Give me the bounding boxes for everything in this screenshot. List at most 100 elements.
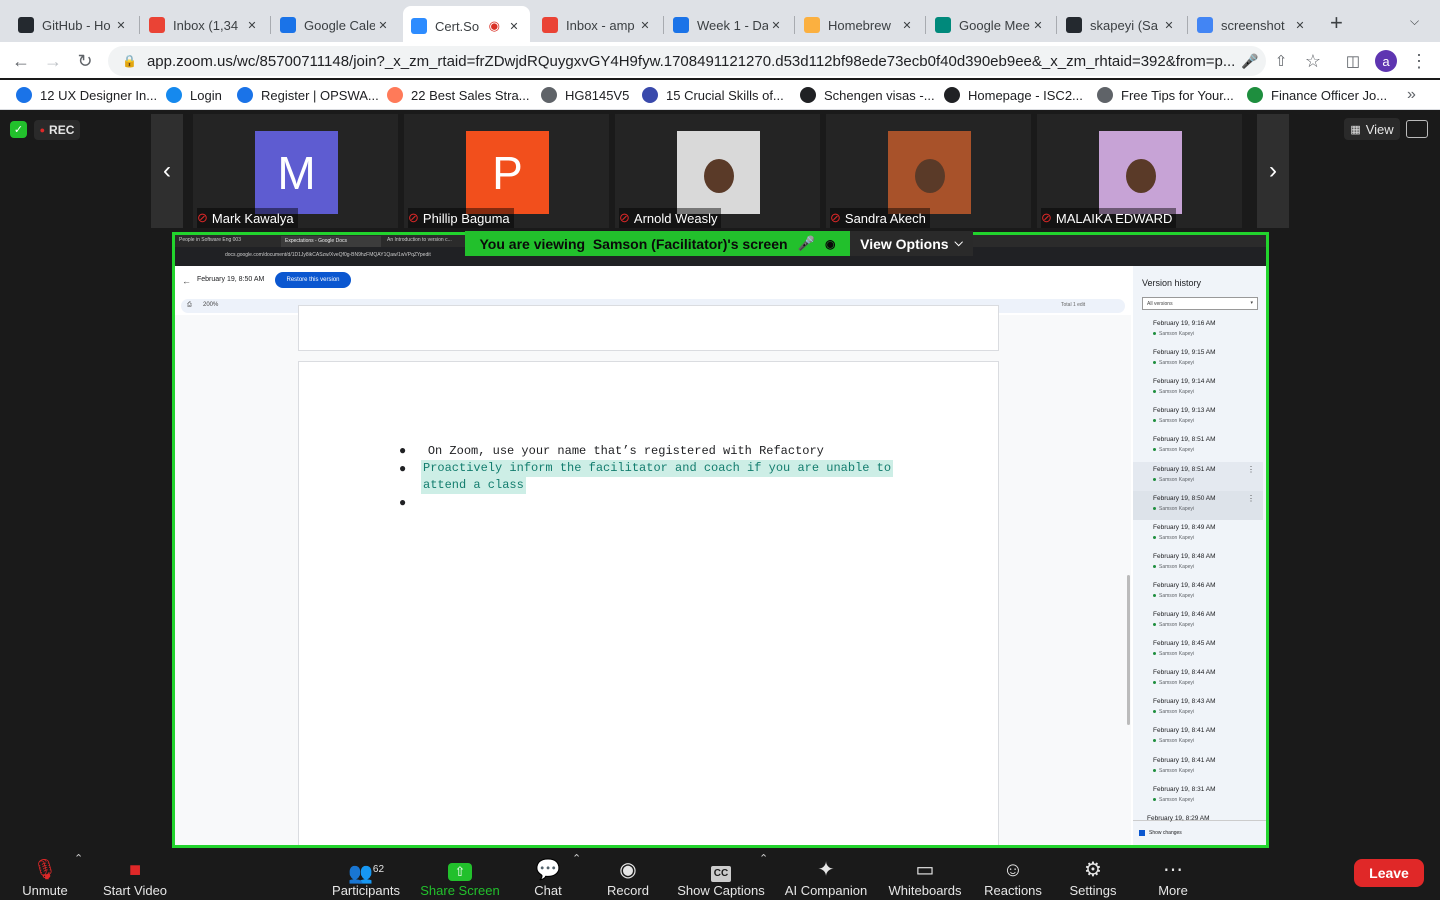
browser-tab[interactable]: Inbox - amp ✕ (534, 8, 661, 42)
share-screen-button[interactable]: ⇧ Share Screen (420, 852, 500, 898)
chat-button[interactable]: 💬 Chat (525, 852, 571, 898)
participant-tile[interactable]: ⊘ Arnold Weasly (615, 114, 820, 228)
version-history-item[interactable]: February 19, 8:29 AM (1133, 811, 1263, 840)
version-more-icon[interactable]: ⋮ (1247, 494, 1255, 503)
browser-tab[interactable]: screenshot ✕ (1189, 8, 1316, 42)
view-options-button[interactable]: View Options ⌵ (850, 231, 973, 256)
close-tab-icon[interactable]: ✕ (506, 20, 522, 33)
bookmark-item[interactable]: Homepage - ISC2... (944, 85, 1083, 105)
close-tab-icon[interactable]: ✕ (1292, 19, 1308, 32)
participant-tile[interactable]: P ⊘ Phillip Baguma (404, 114, 609, 228)
bookmark-item[interactable]: Login (166, 85, 222, 105)
settings-button[interactable]: ⚙ Settings (1066, 852, 1120, 898)
bookmark-star-icon[interactable]: ☆ (1300, 48, 1326, 74)
browser-tab[interactable]: Cert.So ◉ ✕ (403, 6, 530, 46)
browser-tab[interactable]: Google Cale ✕ (272, 8, 399, 42)
bookmark-item[interactable]: 22 Best Sales Stra... (387, 85, 530, 105)
bookmark-item[interactable]: 12 UX Designer In... (16, 85, 157, 105)
browser-tab[interactable]: skapeyi (Sa ✕ (1058, 8, 1185, 42)
version-history-item[interactable]: February 19, 8:45 AM Samson Kapeyi (1133, 636, 1263, 665)
captions-options-caret-icon[interactable]: ⌃ (759, 852, 768, 865)
version-history-item[interactable]: February 19, 8:51 AM Samson Kapeyi (1133, 432, 1263, 461)
version-history-item[interactable]: February 19, 8:48 AM Samson Kapeyi (1133, 549, 1263, 578)
restore-version-button[interactable]: Restore this version (275, 272, 351, 288)
participant-tile[interactable]: ⊘ MALAIKA EDWARD (1037, 114, 1242, 228)
bookmark-item[interactable]: Schengen visas -... (800, 85, 935, 105)
version-more-icon[interactable]: ⋮ (1247, 465, 1255, 474)
browser-tab[interactable]: Week 1 - Da ✕ (665, 8, 792, 42)
zoom-level[interactable]: 200% (203, 302, 218, 308)
bookmark-item[interactable]: Finance Officer Jo... (1247, 85, 1387, 105)
bookmark-item[interactable]: 15 Crucial Skills of... (642, 85, 784, 105)
close-tab-icon[interactable]: ✕ (1161, 19, 1177, 32)
doc-page[interactable]: ● On Zoom, use your name that’s register… (298, 361, 999, 845)
close-tab-icon[interactable]: ✕ (1030, 19, 1046, 32)
reload-icon[interactable]: ↻ (72, 48, 98, 74)
version-history-item[interactable]: February 19, 9:14 AM Samson Kapeyi (1133, 374, 1263, 403)
browser-tab[interactable]: GitHub - Ho ✕ (10, 8, 137, 42)
version-history-item[interactable]: February 19, 9:16 AM Samson Kapeyi (1133, 316, 1263, 345)
doc-back-icon[interactable]: ← (182, 276, 191, 286)
voice-search-icon[interactable]: 🎤 (1237, 48, 1263, 74)
back-icon[interactable]: ← (8, 48, 34, 74)
close-tab-icon[interactable]: ✕ (768, 19, 784, 32)
bookmark-item[interactable]: Register | OPSWA... (237, 85, 379, 105)
profile-avatar[interactable]: a (1373, 48, 1399, 74)
reactions-button[interactable]: ☺ Reactions (982, 852, 1044, 898)
side-panel-icon[interactable]: ◫ (1340, 48, 1366, 74)
participant-tile[interactable]: M ⊘ Mark Kawalya (193, 114, 398, 228)
whiteboards-button[interactable]: ▭ Whiteboards (886, 852, 964, 898)
version-history-item[interactable]: February 19, 8:41 AM Samson Kapeyi (1133, 753, 1263, 782)
new-tab-button[interactable]: + (1330, 10, 1343, 36)
browser-tab[interactable]: Google Mee ✕ (927, 8, 1054, 42)
forward-icon[interactable]: → (40, 48, 66, 74)
audio-options-caret-icon[interactable]: ⌃ (74, 852, 83, 865)
bookmark-item[interactable]: HG8145V5 (541, 85, 629, 105)
address-bar[interactable]: 🔒 app.zoom.us/wc/85700711148/join?_x_zm_… (108, 46, 1266, 76)
bookmark-item[interactable]: Free Tips for Your... (1097, 85, 1234, 105)
version-history-item[interactable]: February 19, 8:41 AM Samson Kapeyi (1133, 723, 1263, 752)
unmute-button[interactable]: 🎙 Unmute (20, 852, 70, 898)
recording-badge[interactable]: ● REC (34, 120, 80, 140)
version-history-item[interactable]: February 19, 8:44 AM Samson Kapeyi (1133, 665, 1263, 694)
participant-tile[interactable]: ⊘ Sandra Akech (826, 114, 1031, 228)
browser-tab[interactable]: Homebrew ✕ (796, 8, 923, 42)
version-history-item[interactable]: February 19, 8:43 AM Samson Kapeyi (1133, 694, 1263, 723)
filmstrip-prev-button[interactable]: ‹ (151, 114, 183, 228)
shared-screen[interactable]: People in Software Eng 003 Expectations … (172, 232, 1269, 848)
record-button[interactable]: ◉ Record (602, 852, 654, 898)
browser-menu-icon[interactable]: ⋮ (1406, 48, 1432, 74)
fullscreen-icon[interactable] (1406, 120, 1428, 138)
close-tab-icon[interactable]: ✕ (113, 19, 129, 32)
version-history-item[interactable]: February 19, 8:49 AM Samson Kapeyi (1133, 520, 1263, 549)
tab-search-icon[interactable]: ⌵ (1410, 14, 1419, 29)
close-tab-icon[interactable]: ✕ (375, 19, 391, 32)
version-history-item[interactable]: February 19, 8:51 AM Samson Kapeyi ⋮ (1133, 461, 1263, 491)
close-tab-icon[interactable]: ✕ (244, 19, 260, 32)
encryption-shield-icon[interactable]: ✓ (10, 121, 27, 138)
version-history-item[interactable]: February 19, 9:15 AM Samson Kapeyi (1133, 345, 1263, 374)
more-bookmarks-icon[interactable]: » (1407, 85, 1416, 105)
participants-button[interactable]: 👥62 Participants (330, 852, 402, 898)
print-icon[interactable]: ⎙ (187, 302, 192, 309)
version-history-item[interactable]: February 19, 8:46 AM Samson Kapeyi (1133, 607, 1263, 636)
show-captions-button[interactable]: CC Show Captions (676, 852, 766, 898)
doc-scrollbar[interactable] (1127, 575, 1130, 725)
chat-options-caret-icon[interactable]: ⌃ (572, 852, 581, 865)
view-button[interactable]: ▦ View (1344, 118, 1400, 140)
browser-tab[interactable]: Inbox (1,34 ✕ (141, 8, 268, 42)
version-history-item[interactable]: February 19, 8:46 AM Samson Kapeyi (1133, 578, 1263, 607)
version-history-item[interactable]: February 19, 8:50 AM Samson Kapeyi ⋮ (1133, 490, 1263, 520)
version-filter-select[interactable]: All versions ▾ (1142, 297, 1258, 310)
close-tab-icon[interactable]: ✕ (637, 19, 653, 32)
share-page-icon[interactable]: ⇧ (1268, 48, 1294, 74)
author-color-dot (1153, 739, 1156, 743)
more-button[interactable]: ⋯ More (1150, 852, 1196, 898)
version-history-item[interactable]: February 19, 9:13 AM Samson Kapeyi (1133, 403, 1263, 432)
filmstrip-next-button[interactable]: › (1257, 114, 1289, 228)
start-video-button[interactable]: ■ Start Video (100, 852, 170, 898)
close-tab-icon[interactable]: ✕ (899, 19, 915, 32)
ai-companion-button[interactable]: ✦ AI Companion (784, 852, 868, 898)
leave-button[interactable]: Leave (1354, 859, 1424, 887)
version-history-item[interactable]: February 19, 8:31 AM Samson Kapeyi (1133, 782, 1263, 811)
